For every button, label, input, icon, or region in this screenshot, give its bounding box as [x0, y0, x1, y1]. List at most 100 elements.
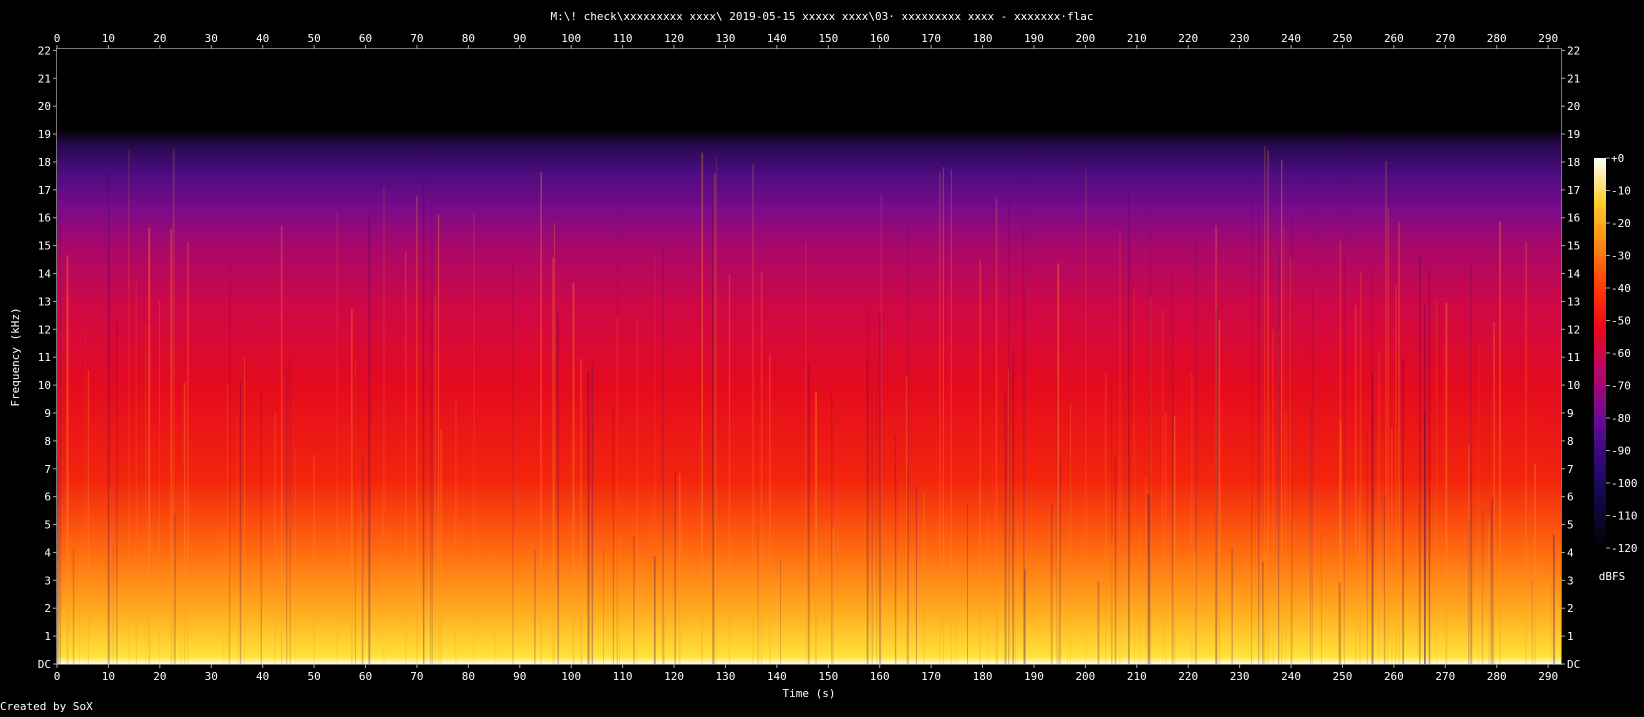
spectral-streak: [907, 467, 909, 664]
spectral-streak: [1258, 188, 1260, 664]
spectral-streak: [1070, 402, 1071, 664]
spectral-streak: [1281, 159, 1283, 664]
spectral-streak: [159, 300, 161, 664]
spectral-streak: [1111, 542, 1113, 664]
y-tick-label: 5: [1567, 519, 1574, 532]
spectral-streak: [1050, 503, 1053, 664]
spectral-streak: [619, 533, 620, 664]
y-tick-label: 18: [1567, 156, 1580, 169]
spectral-streak: [908, 220, 909, 665]
spectral-streak: [78, 583, 81, 664]
spectral-streak: [1481, 507, 1484, 664]
spectral-streak: [1490, 507, 1492, 664]
spectral-streak: [923, 490, 926, 664]
colorbar: [1594, 158, 1606, 548]
spectral-streak: [431, 237, 433, 664]
y-tick-label: 7: [1567, 463, 1574, 476]
x-tick-label: 90: [513, 670, 526, 683]
spectral-streak: [180, 569, 182, 664]
spectral-streak: [286, 369, 288, 664]
colorbar-ticks: +0 -10 -20 -30 -40 -50 -60 -70 -80 -90 -100 -110 -12…: [1606, 152, 1638, 555]
spectral-streak: [612, 405, 614, 664]
spectral-streak: [780, 558, 781, 664]
spectral-streak: [59, 212, 62, 664]
x-tick-label: 270: [1435, 670, 1455, 683]
colorbar-tick-label: -10: [1611, 185, 1631, 198]
spectral-streak: [967, 503, 968, 664]
spectral-streak: [313, 455, 315, 664]
spectral-streak: [239, 380, 242, 664]
x-tick-label: 140: [767, 32, 787, 45]
x-axis-bottom: 0 10 20 30 40 50 60 70 80 90 100 110 120 130 140 150 160…: [54, 664, 1558, 683]
spectral-streak: [1191, 371, 1193, 664]
spectral-streak: [950, 169, 952, 664]
spectral-streak: [1398, 222, 1400, 664]
spectral-streak: [1378, 351, 1380, 664]
spectral-streak: [1551, 388, 1553, 664]
x-tick-label: 190: [1024, 32, 1044, 45]
y-tick-label: 10: [1567, 379, 1580, 392]
spectral-streak: [430, 201, 432, 664]
spectral-streak: [440, 429, 442, 664]
spectral-streak: [1133, 289, 1135, 664]
y-axis-label: Frequency (kHz): [9, 307, 22, 406]
x-tick-label: 210: [1127, 670, 1147, 683]
x-tick-label: 200: [1075, 32, 1095, 45]
x-tick-label: 220: [1178, 32, 1198, 45]
spectral-streak: [1291, 215, 1293, 664]
x-tick-label: 290: [1538, 32, 1558, 45]
spectral-streak: [1402, 359, 1404, 664]
spectral-streak: [714, 173, 716, 664]
x-tick-label: 200: [1075, 670, 1095, 683]
spectral-streak: [512, 264, 514, 664]
x-tick-label: 40: [256, 32, 269, 45]
x-tick-label: 80: [462, 670, 475, 683]
spectral-streak: [1339, 241, 1342, 665]
spectral-streak: [354, 377, 356, 664]
x-tick-label: 180: [973, 32, 993, 45]
spectral-streak: [1150, 297, 1152, 664]
x-tick-label: 0: [54, 32, 61, 45]
spectral-streak: [422, 136, 425, 665]
spectral-streak: [1491, 498, 1494, 664]
spectral-streak: [437, 214, 440, 665]
spectral-streak: [752, 164, 754, 665]
y-tick-label: 11: [1567, 351, 1580, 364]
spectral-streak: [1289, 257, 1292, 664]
spectral-streak: [1311, 171, 1313, 664]
y-tick-label: 3: [1567, 574, 1574, 587]
x-tick-label: 170: [921, 32, 941, 45]
spectral-streak: [1272, 329, 1274, 664]
spectral-streak: [434, 296, 437, 664]
spectral-streak: [1114, 455, 1117, 664]
spectral-streak: [1371, 372, 1374, 664]
x-axis-top: 0 10 20 30 40 50 60 70 80 90 100 110 120 130 140 150 160…: [54, 32, 1558, 49]
x-tick-label: 140: [767, 670, 787, 683]
spectral-streak: [405, 251, 407, 665]
x-tick-label: 0: [54, 670, 61, 683]
x-tick-label: 260: [1384, 670, 1404, 683]
y-tick-label: DC: [1567, 658, 1580, 671]
spectral-streak: [1023, 147, 1025, 664]
colorbar-tick-label: -30: [1611, 250, 1631, 263]
y-tick-label: DC: [38, 658, 51, 671]
spectral-streak: [1387, 208, 1390, 665]
x-tick-label: 60: [359, 32, 372, 45]
spectral-streak: [87, 370, 90, 664]
spectral-streak: [1385, 161, 1387, 664]
spectral-streak: [116, 317, 118, 664]
y-tick-label: 13: [38, 295, 51, 308]
x-tick-label: 170: [921, 670, 941, 683]
spectral-streak: [603, 545, 604, 664]
spectral-streak: [1057, 263, 1060, 664]
y-tick-label: 22: [1567, 44, 1580, 57]
spectral-streak: [1218, 319, 1221, 664]
spectral-streak: [1383, 494, 1385, 664]
x-tick-label: 290: [1538, 670, 1558, 683]
colorbar-tick-label: -70: [1611, 380, 1631, 393]
spectral-streak: [1391, 427, 1393, 664]
y-tick-label: 5: [44, 519, 51, 532]
y-axis-left: DC12345678910111213141516171819202122: [38, 44, 57, 671]
spectral-streak: [1395, 584, 1396, 664]
colorbar-tick-label: +0: [1611, 152, 1624, 165]
